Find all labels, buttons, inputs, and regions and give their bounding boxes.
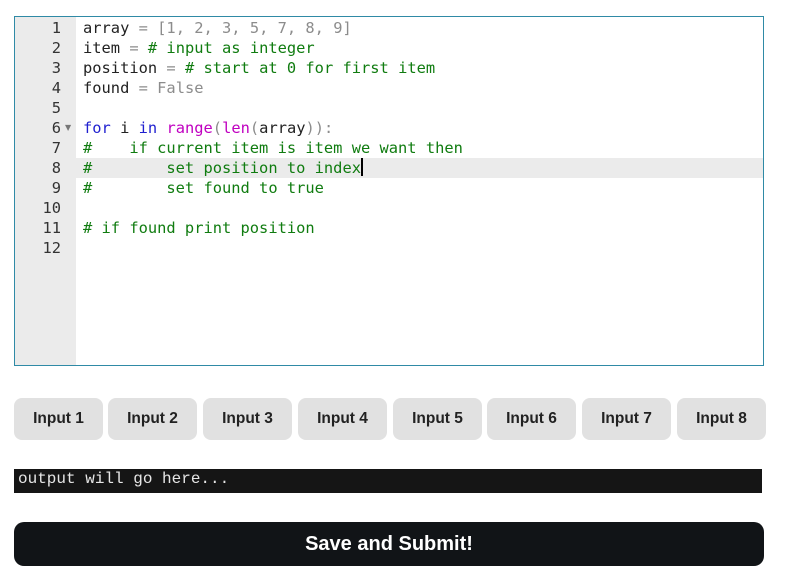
line-number: 5 [51, 99, 61, 117]
input-2-button[interactable]: Input 2 [108, 398, 197, 440]
input-5-button[interactable]: Input 5 [393, 398, 482, 440]
input-7-button[interactable]: Input 7 [582, 398, 671, 440]
code-text: position = # start at 0 for first item [83, 58, 435, 78]
line-number: 8 [51, 159, 61, 177]
code-line[interactable]: 5 [15, 98, 763, 118]
code-token: # input as integer [147, 39, 315, 57]
code-editor[interactable]: 1 array = [1, 2, 3, 5, 7, 8, 9] 2 item = # … [14, 16, 764, 366]
code-line[interactable]: 3 position = # start at 0 for first item [15, 58, 763, 78]
code-text: item = # input as integer [83, 38, 315, 58]
code-token: = [157, 59, 185, 77]
code-token: in [138, 119, 158, 137]
code-token: # set found to true [83, 179, 324, 197]
input-3-button[interactable]: Input 3 [203, 398, 292, 440]
code-token: = [129, 19, 158, 37]
code-token: range [166, 119, 213, 137]
code-line[interactable]: 2 item = # input as integer [15, 38, 763, 58]
line-number: 2 [51, 39, 61, 57]
code-token: # if current item is item we want then [83, 139, 463, 157]
input-button-bar: Input 1 Input 2 Input 3 Input 4 Input 5 … [14, 398, 766, 440]
code-line[interactable]: 6 ▼ for i in range(len(array)): [15, 118, 763, 138]
code-text: # if current item is item we want then [83, 138, 463, 158]
code-token: [1, 2, 3, 5, 7, 8, 9] [157, 19, 352, 37]
save-and-submit-button[interactable]: Save and Submit! [14, 522, 764, 566]
input-6-button[interactable]: Input 6 [487, 398, 576, 440]
code-token: = [129, 79, 158, 97]
code-text: # set found to true [83, 178, 324, 198]
output-console: output will go here... [14, 469, 762, 493]
line-number: 3 [51, 59, 61, 77]
code-token: = [120, 39, 148, 57]
input-1-button[interactable]: Input 1 [14, 398, 103, 440]
line-number: 10 [42, 199, 61, 217]
code-token: for [83, 119, 111, 137]
code-line[interactable]: 8 # set position to index [15, 158, 763, 178]
code-token: # if found print position [83, 219, 315, 237]
code-token: False [157, 79, 204, 97]
input-8-button[interactable]: Input 8 [677, 398, 766, 440]
code-token: len [222, 119, 250, 137]
code-token: position [83, 59, 158, 77]
code-token: array [83, 19, 130, 37]
code-text: for i in range(len(array)): [83, 118, 333, 138]
code-token: # set position to index [83, 159, 361, 177]
code-text: # if found print position [83, 218, 315, 238]
code-text: # set position to index [83, 158, 363, 178]
code-token: i [110, 119, 139, 137]
fold-toggle-icon[interactable]: ▼ [65, 118, 71, 138]
code-line[interactable]: 10 [15, 198, 763, 218]
code-token: ( [249, 119, 260, 137]
code-line[interactable]: 12 [15, 238, 763, 258]
code-line[interactable]: 11 # if found print position [15, 218, 763, 238]
code-token: ( [212, 119, 223, 137]
text-cursor [360, 158, 363, 176]
code-line[interactable]: 4 found = False [15, 78, 763, 98]
line-number: 7 [51, 139, 61, 157]
line-number: 6 [51, 119, 61, 137]
line-number: 4 [51, 79, 61, 97]
code-token: found [83, 79, 130, 97]
code-token: )): [305, 119, 334, 137]
line-number: 12 [42, 239, 61, 257]
code-line[interactable]: 9 # set found to true [15, 178, 763, 198]
code-lines[interactable]: 1 array = [1, 2, 3, 5, 7, 8, 9] 2 item = # … [15, 18, 763, 258]
input-4-button[interactable]: Input 4 [298, 398, 387, 440]
line-number: 9 [51, 179, 61, 197]
line-number: 11 [42, 219, 61, 237]
code-token: array [259, 119, 306, 137]
code-text: found = False [83, 78, 204, 98]
code-text: array = [1, 2, 3, 5, 7, 8, 9] [83, 18, 352, 38]
code-token: item [83, 39, 121, 57]
code-token: # start at 0 for first item [184, 59, 436, 77]
line-number: 1 [51, 19, 61, 37]
code-line[interactable]: 7 # if current item is item we want then [15, 138, 763, 158]
code-line[interactable]: 1 array = [1, 2, 3, 5, 7, 8, 9] [15, 18, 763, 38]
